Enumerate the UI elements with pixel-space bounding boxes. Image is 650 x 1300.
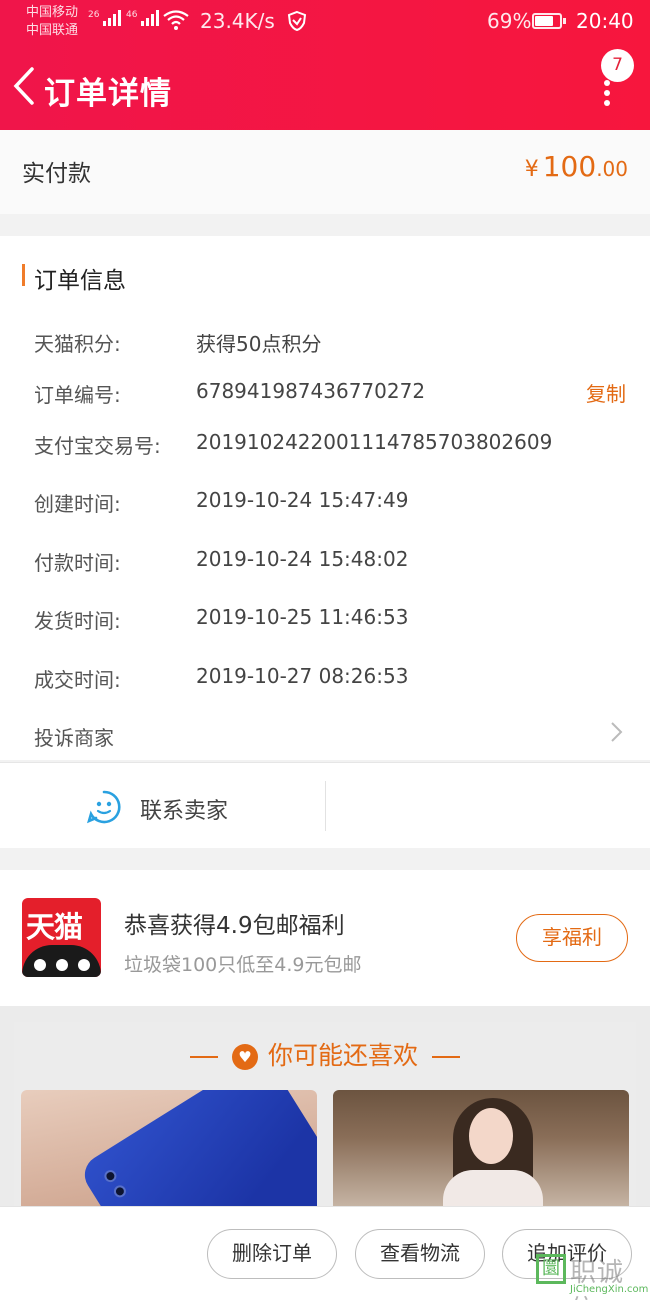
- view-logistics-button[interactable]: 查看物流: [355, 1229, 485, 1279]
- carrier-1: 中国移动: [26, 5, 79, 20]
- contact-bar: 联系卖家: [0, 762, 650, 848]
- product-card[interactable]: [333, 1090, 629, 1210]
- product-card[interactable]: [21, 1090, 317, 1210]
- promo-subtitle: 垃圾袋100只低至4.9元包邮: [124, 954, 362, 976]
- battery-percent: 69%: [487, 9, 532, 33]
- clock: 20:40: [576, 9, 634, 33]
- info-row-order-number: 订单编号: 678941987436770272: [34, 379, 425, 408]
- info-label: 支付宝交易号:: [34, 434, 161, 458]
- tmall-cat-icon: [22, 945, 101, 977]
- divider: [325, 781, 326, 831]
- page-title: 订单详情: [44, 76, 172, 112]
- battery-icon: [532, 13, 566, 29]
- order-info-section: 订单信息 天猫积分: 获得50点积分 订单编号: 678941987436770…: [0, 236, 650, 760]
- network-speed: 23.4K/s: [200, 9, 275, 33]
- delete-order-button[interactable]: 删除订单: [207, 1229, 337, 1279]
- paid-label: 实付款: [22, 161, 91, 187]
- section-title: 订单信息: [34, 268, 126, 294]
- product-image-outfit: [443, 1170, 543, 1210]
- promo-banner[interactable]: 天猫 恭喜获得4.9包邮福利 垃圾袋100只低至4.9元包邮 享福利: [0, 870, 650, 1006]
- payment-summary: 实付款 ¥100.00: [0, 130, 650, 214]
- info-value: 2019-10-27 08:26:53: [196, 664, 409, 688]
- tmall-logo-text: 天猫: [26, 910, 83, 944]
- info-value: 2019102422001114785703802609: [196, 430, 553, 454]
- signal-1-icon: 26: [88, 10, 122, 27]
- info-label: 付款时间:: [34, 551, 121, 575]
- currency-symbol: ¥: [524, 157, 539, 182]
- heading-line-right: [431, 1056, 460, 1058]
- info-value: 2019-10-24 15:47:49: [196, 488, 409, 512]
- info-row-paid: 付款时间: 2019-10-24 15:48:02: [34, 547, 408, 576]
- recommend-heading: ♥ 你可能还喜欢: [0, 1036, 650, 1072]
- info-value: 678941987436770272: [196, 379, 426, 403]
- amount-integer: 100: [542, 150, 597, 183]
- message-count-badge[interactable]: 7: [601, 49, 634, 82]
- watermark-url: JiChengXin.com: [570, 1284, 649, 1295]
- complaint-label: 投诉商家: [34, 726, 114, 750]
- claim-benefit-button[interactable]: 享福利: [516, 914, 628, 962]
- info-label: 发货时间:: [34, 609, 121, 633]
- info-label: 成交时间:: [34, 668, 121, 692]
- carrier-info: 中国移动 中国联通: [26, 4, 78, 40]
- product-image-phone: [77, 1090, 317, 1210]
- product-image-face: [469, 1108, 513, 1164]
- info-row-shipped: 发货时间: 2019-10-25 11:46:53: [34, 605, 408, 634]
- complaint-row[interactable]: 投诉商家: [34, 722, 634, 751]
- amount-decimal: .00: [596, 157, 628, 181]
- info-row-created: 创建时间: 2019-10-24 15:47:49: [34, 488, 408, 517]
- watermark-box: 圜: [536, 1254, 566, 1284]
- info-row-completed: 成交时间: 2019-10-27 08:26:53: [34, 664, 408, 693]
- heading-line-left: [190, 1056, 219, 1058]
- header: 中国移动 中国联通 26 46 23.4K/s 69% 20:40 订单详情 7: [0, 0, 650, 130]
- section-accent-bar: [22, 264, 25, 286]
- info-value: 2019-10-25 11:46:53: [196, 605, 409, 629]
- paid-amount: ¥100.00: [525, 150, 628, 183]
- more-options-icon[interactable]: [596, 80, 618, 106]
- info-value: 获得50点积分: [196, 332, 322, 356]
- heart-icon: ♥: [231, 1044, 258, 1070]
- signal-1-label: 26: [88, 10, 100, 20]
- wifi-icon: [163, 10, 189, 30]
- promo-title: 恭喜获得4.9包邮福利: [124, 913, 345, 939]
- recommend-title: 你可能还喜欢: [267, 1041, 418, 1070]
- info-row-alipay-number: 支付宝交易号: 2019102422001114785703802609: [34, 430, 552, 459]
- signal-2-label: 46: [126, 10, 138, 20]
- copy-button[interactable]: 复制: [586, 378, 626, 407]
- contact-seller-button[interactable]: 联系卖家: [140, 793, 228, 825]
- shield-icon: [287, 10, 307, 32]
- info-value: 2019-10-24 15:48:02: [196, 547, 409, 571]
- info-label: 创建时间:: [34, 492, 121, 516]
- status-bar: 中国移动 中国联通 26 46 23.4K/s 69% 20:40: [0, 0, 650, 44]
- info-label: 天猫积分:: [34, 332, 121, 356]
- back-arrow-icon[interactable]: [10, 66, 40, 106]
- signal-2-icon: 46: [126, 10, 160, 27]
- info-label: 订单编号:: [34, 383, 121, 407]
- tmall-logo: 天猫: [22, 898, 101, 977]
- chevron-right-icon[interactable]: [610, 721, 624, 743]
- carrier-2: 中国联通: [26, 23, 79, 38]
- chat-face-icon[interactable]: [86, 789, 122, 825]
- info-row-points: 天猫积分: 获得50点积分: [34, 328, 321, 357]
- watermark-logo: 圜 职诚信 JiChengXin.com: [534, 1252, 650, 1300]
